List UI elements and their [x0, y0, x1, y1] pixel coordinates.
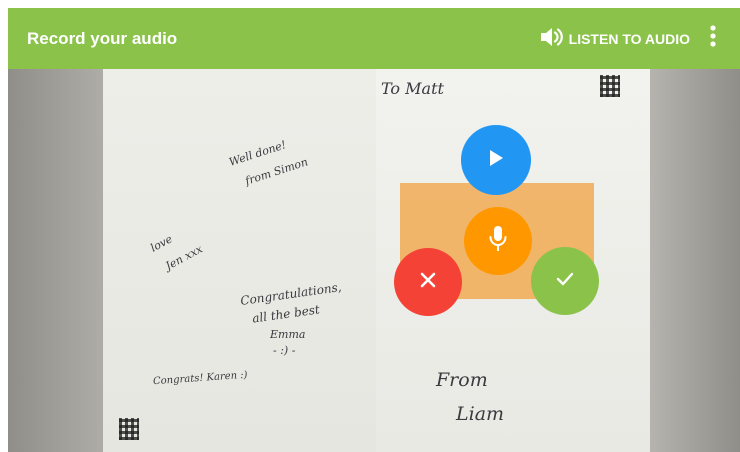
app-bar: Record your audio LISTEN TO AUDIO [8, 8, 740, 69]
qr-code-top [600, 75, 620, 97]
check-icon [556, 272, 574, 291]
card-left-page [103, 69, 378, 452]
microphone-icon [489, 225, 507, 257]
note-to: To Matt [381, 79, 444, 98]
listen-to-audio-label: LISTEN TO AUDIO [568, 30, 690, 47]
play-icon [489, 149, 503, 171]
cancel-button[interactable] [394, 248, 462, 316]
note-liam: Liam [456, 403, 505, 425]
note-from: From [436, 369, 488, 391]
more-options-button[interactable] [702, 24, 724, 54]
volume-icon [539, 26, 563, 51]
listen-to-audio-button[interactable]: LISTEN TO AUDIO [539, 26, 690, 51]
confirm-button[interactable] [531, 247, 599, 315]
qr-code-bottom [119, 418, 139, 440]
photo-background-left [8, 69, 118, 452]
card-photo: To Matt Well done! from Simon love Jen x… [8, 69, 740, 452]
record-button[interactable] [464, 207, 532, 275]
play-button[interactable] [461, 125, 531, 195]
more-vert-icon [710, 25, 716, 52]
photo-background-right [644, 69, 740, 452]
note-emma-3: Emma [270, 328, 306, 341]
close-icon [420, 272, 436, 293]
page-title: Record your audio [27, 28, 178, 48]
note-emma-4: - :) - [273, 344, 296, 357]
